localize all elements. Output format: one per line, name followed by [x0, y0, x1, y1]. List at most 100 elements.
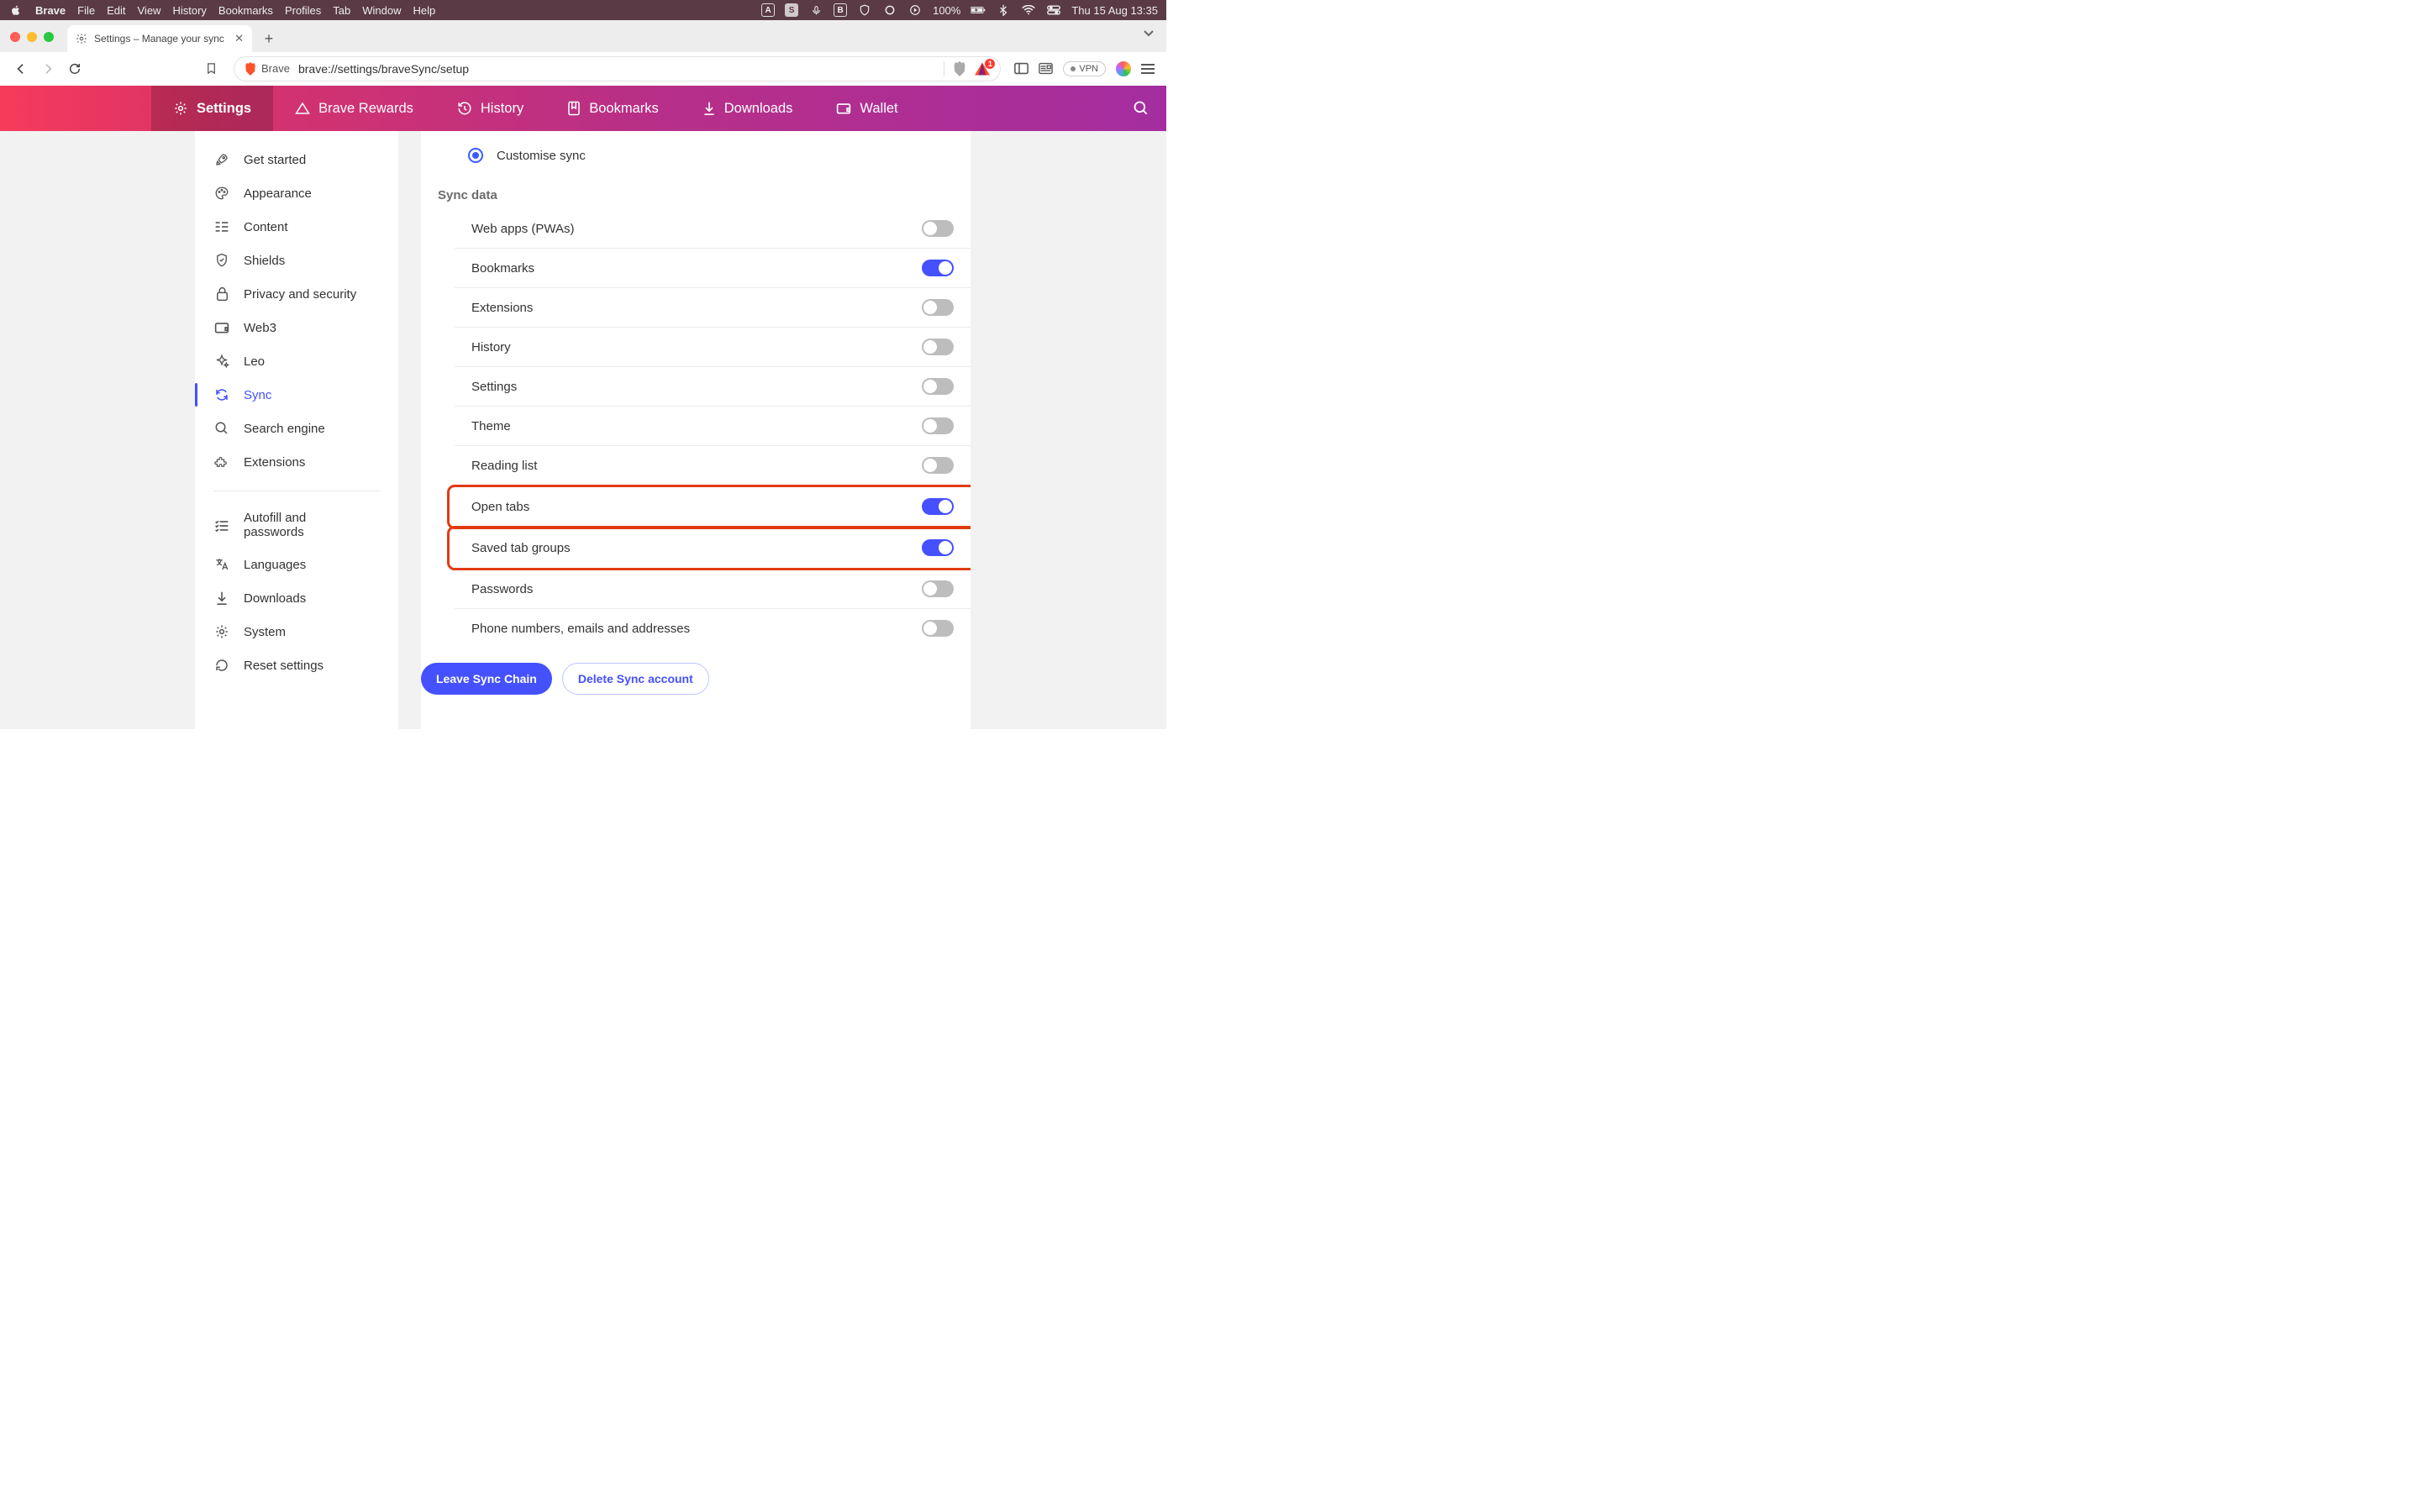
sidebar-item-appearance[interactable]: Appearance	[195, 176, 398, 210]
nav-history[interactable]: History	[435, 86, 545, 131]
profile-avatar[interactable]	[1116, 61, 1131, 76]
sync-toggle-passwords: Passwords	[455, 570, 971, 609]
tab-close-icon[interactable]: ✕	[234, 32, 244, 45]
toggle-switch[interactable]	[922, 620, 954, 637]
status-icon-b[interactable]: B	[834, 3, 847, 17]
sidebar-item-downloads[interactable]: Downloads	[195, 581, 398, 615]
toggle-switch[interactable]	[922, 539, 954, 556]
menu-app-name[interactable]: Brave	[35, 4, 66, 17]
sidebar-item-label: Get started	[244, 153, 306, 167]
sidebar-item-web3[interactable]: Web3	[195, 311, 398, 344]
bookmark-icon	[567, 101, 581, 116]
toggle-label: Open tabs	[471, 500, 529, 514]
sidebar-item-autofill-and-passwords[interactable]: Autofill andpasswords	[195, 503, 398, 548]
menu-bookmarks[interactable]: Bookmarks	[218, 4, 273, 17]
battery-icon[interactable]	[971, 3, 986, 18]
shield-status-icon[interactable]	[857, 3, 872, 18]
toggle-switch[interactable]	[922, 260, 954, 276]
nav-wallet[interactable]: Wallet	[814, 86, 919, 131]
vpn-button[interactable]: VPN	[1063, 61, 1106, 76]
sidebar-toggle-icon[interactable]	[1014, 62, 1028, 75]
toggle-switch[interactable]	[922, 498, 954, 515]
app-menu-button[interactable]	[1141, 64, 1155, 74]
window-close[interactable]	[10, 32, 20, 42]
toggle-switch[interactable]	[922, 220, 954, 237]
bluetooth-icon[interactable]	[996, 3, 1011, 18]
menu-view[interactable]: View	[138, 4, 161, 17]
status-icon-a[interactable]: A	[761, 3, 775, 17]
tab-overflow-icon[interactable]	[1143, 29, 1155, 37]
leave-sync-chain-button[interactable]: Leave Sync Chain	[421, 663, 552, 695]
site-identity[interactable]: Brave	[245, 62, 290, 76]
list-check-icon	[213, 517, 230, 534]
toggle-switch[interactable]	[922, 339, 954, 355]
sidebar-item-leo[interactable]: Leo	[195, 344, 398, 378]
main-area: Get started Appearance Content ShieldsPriva…	[0, 131, 1166, 729]
toggle-switch[interactable]	[922, 580, 954, 597]
menu-edit[interactable]: Edit	[107, 4, 125, 17]
play-status-icon[interactable]	[908, 3, 923, 18]
mic-icon[interactable]	[808, 3, 823, 18]
nav-bookmarks[interactable]: Bookmarks	[545, 86, 681, 131]
lock-icon	[213, 286, 230, 302]
sidebar-item-sync[interactable]: Sync	[195, 378, 398, 412]
reader-icon[interactable]	[1039, 62, 1053, 75]
browser-tab[interactable]: Settings – Manage your sync ✕	[67, 25, 252, 52]
battery-text[interactable]: 100%	[933, 4, 960, 17]
sidebar-item-label: System	[244, 625, 286, 639]
customise-sync-radio-row[interactable]: Customise sync	[451, 139, 971, 176]
new-tab-button[interactable]: +	[257, 27, 281, 50]
toggle-switch[interactable]	[922, 457, 954, 474]
wifi-icon[interactable]	[1021, 3, 1036, 18]
control-center-icon[interactable]	[1046, 3, 1061, 18]
sidebar-item-languages[interactable]: Languages	[195, 548, 398, 581]
shield-icon	[213, 252, 230, 269]
sidebar-item-shields[interactable]: Shields	[195, 244, 398, 277]
sidebar-item-system[interactable]: System	[195, 615, 398, 648]
back-button[interactable]	[12, 60, 30, 78]
settings-content: Customise sync Sync data Web apps (PWAs)…	[421, 131, 971, 729]
menu-profiles[interactable]: Profiles	[285, 4, 321, 17]
sidebar-item-label: Leo	[244, 354, 265, 369]
sidebar-item-label: Content	[244, 220, 288, 234]
download-icon	[702, 101, 716, 116]
forward-button[interactable]	[39, 60, 57, 78]
nav-brave-rewards[interactable]: Brave Rewards	[273, 86, 435, 131]
sidebar-item-get-started[interactable]: Get started	[195, 143, 398, 176]
sidebar-item-privacy-and-security[interactable]: Privacy and security	[195, 277, 398, 311]
sync-toggle-reading-list: Reading list	[455, 446, 971, 486]
window-zoom[interactable]	[44, 32, 54, 42]
sidebar-item-content[interactable]: Content	[195, 210, 398, 244]
nav-downloads[interactable]: Downloads	[681, 86, 815, 131]
sidebar-item-label: Autofill andpasswords	[244, 512, 306, 539]
search-icon	[213, 420, 230, 437]
toggle-switch[interactable]	[922, 417, 954, 434]
sync-icon	[213, 386, 230, 403]
brave-rewards-icon[interactable]: 1	[975, 62, 990, 76]
settings-search-icon[interactable]	[1133, 100, 1150, 117]
bat-icon	[295, 102, 310, 115]
nav-settings[interactable]: Settings	[151, 86, 273, 131]
reload-button[interactable]	[66, 60, 84, 78]
apple-icon[interactable]	[8, 3, 24, 18]
clock[interactable]: Thu 15 Aug 13:35	[1071, 4, 1158, 17]
sidebar-item-extensions[interactable]: Extensions	[195, 445, 398, 479]
menu-window[interactable]: Window	[362, 4, 401, 17]
circle-status-icon[interactable]	[882, 3, 897, 18]
toggle-switch[interactable]	[922, 299, 954, 316]
menu-help[interactable]: Help	[413, 4, 436, 17]
status-icon-s[interactable]: S	[785, 3, 798, 17]
menu-tab[interactable]: Tab	[333, 4, 350, 17]
brave-shields-icon[interactable]	[953, 61, 966, 76]
menu-file[interactable]: File	[77, 4, 95, 17]
menu-history[interactable]: History	[172, 4, 206, 17]
delete-sync-account-button[interactable]: Delete Sync account	[562, 663, 709, 695]
bookmark-this-icon[interactable]	[202, 60, 220, 78]
sidebar-item-search-engine[interactable]: Search engine	[195, 412, 398, 445]
undo-icon	[213, 657, 230, 674]
window-minimize[interactable]	[27, 32, 37, 42]
sidebar-item-reset-settings[interactable]: Reset settings	[195, 648, 398, 682]
gear-icon	[76, 33, 87, 45]
toggle-switch[interactable]	[922, 378, 954, 395]
omnibox[interactable]: Brave brave://settings/braveSync/setup 1	[234, 56, 1001, 81]
